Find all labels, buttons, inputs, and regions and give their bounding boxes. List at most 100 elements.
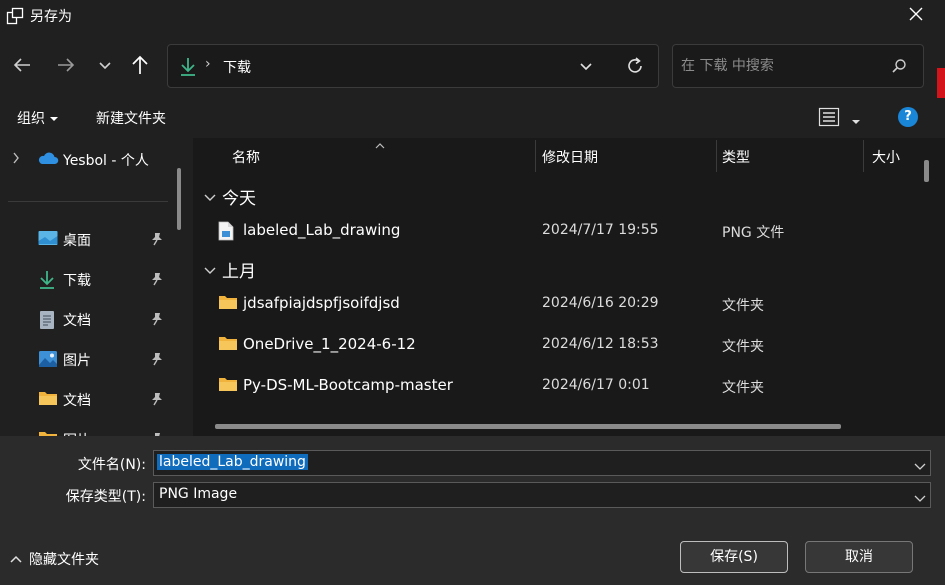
command-bar: 组织 新建文件夹 ? [0, 98, 945, 138]
save-form: 文件名(N): labeled_Lab_drawing 保存类型(T): PNG… [0, 436, 945, 585]
file-row[interactable]: labeled_Lab_drawing 2024/7/17 19:55 PNG … [193, 212, 933, 250]
cancel-button[interactable]: 取消 [805, 541, 913, 573]
chevron-down-icon [204, 263, 216, 279]
forward-button[interactable] [53, 54, 79, 80]
save-as-window-icon [6, 7, 24, 25]
filetype-select[interactable]: PNG Image [153, 482, 931, 508]
organize-menu[interactable]: 组织 [17, 108, 59, 128]
close-icon [909, 7, 923, 25]
arrow-left-icon [12, 57, 32, 77]
column-header-label: 类型 [722, 150, 750, 166]
file-row[interactable]: jdsafpiajdspfjsoifdjsd 2024/6/16 20:29 文… [193, 285, 933, 323]
sidebar-divider [8, 201, 168, 202]
title-bar: 另存为 [0, 0, 945, 32]
file-row[interactable]: OneDrive_1_2024-6-12 2024/6/12 18:53 文件夹 [193, 326, 933, 364]
group-header-today[interactable]: 今天 [193, 180, 493, 210]
file-row[interactable]: Py-DS-ML-Bootcamp-master 2024/6/17 0:01 … [193, 367, 933, 405]
chevron-down-icon[interactable] [914, 491, 926, 507]
up-button[interactable] [127, 54, 153, 80]
search-box[interactable] [672, 44, 924, 88]
file-name: jdsafpiajdspfjsoifdjsd [243, 294, 400, 312]
pin-icon [151, 392, 163, 410]
view-options-button[interactable] [818, 107, 840, 131]
folder-icon [38, 390, 58, 408]
file-name: Py-DS-ML-Bootcamp-master [243, 376, 453, 394]
back-button[interactable] [9, 54, 35, 80]
sidebar-item-label: Yesbol - 个人 [63, 153, 149, 169]
sidebar-item-onedrive[interactable]: Yesbol - 个人 [0, 142, 172, 176]
caret-down-icon [49, 111, 59, 127]
pin-icon [151, 232, 163, 250]
address-dropdown-icon[interactable] [579, 60, 593, 76]
sidebar-item-label: 桌面 [63, 233, 91, 249]
close-button[interactable] [896, 2, 936, 30]
document-icon [38, 310, 58, 329]
folder-icon [218, 335, 238, 355]
sidebar-item-label: 文档 [63, 393, 91, 409]
group-header-last-month[interactable]: 上月 [193, 253, 493, 283]
sidebar-item-label: 文档 [63, 313, 91, 329]
file-name: OneDrive_1_2024-6-12 [243, 335, 416, 353]
filetype-label: 保存类型(T): [65, 489, 146, 505]
png-file-icon [218, 221, 234, 245]
help-button[interactable]: ? [898, 107, 918, 127]
hide-folders-toggle[interactable]: 隐藏文件夹 [10, 551, 99, 568]
column-header-label: 修改日期 [542, 150, 598, 166]
navigation-pane: Yesbol - 个人 桌面 下载 文档 图片 文档 图片 [0, 138, 190, 436]
breadcrumb[interactable]: 下载 [223, 57, 251, 77]
column-header-size[interactable]: 大小 [864, 138, 924, 174]
vertical-scrollbar[interactable] [924, 160, 929, 182]
column-header-label: 名称 [232, 150, 260, 166]
column-header-name[interactable]: 名称 [193, 138, 535, 174]
column-header-modified[interactable]: 修改日期 [536, 138, 716, 174]
save-button[interactable]: 保存(S) [680, 541, 788, 573]
organize-label: 组织 [17, 111, 45, 127]
chevron-right-icon[interactable] [12, 152, 20, 168]
sidebar-item-downloads[interactable]: 下载 [0, 262, 172, 296]
file-type: 文件夹 [722, 298, 764, 314]
pin-icon [151, 352, 163, 370]
address-bar[interactable]: › 下载 [167, 44, 659, 88]
sidebar-item-desktop[interactable]: 桌面 [0, 222, 172, 256]
file-date: 2024/6/12 18:53 [542, 336, 659, 352]
group-label: 今天 [222, 189, 256, 209]
horizontal-scrollbar[interactable] [215, 424, 841, 429]
sidebar-item-pictures-folder[interactable]: 图片 [0, 422, 172, 436]
folder-icon [218, 294, 238, 314]
file-date: 2024/7/17 19:55 [542, 222, 659, 238]
file-date: 2024/6/16 20:29 [542, 295, 659, 311]
filename-input[interactable]: labeled_Lab_drawing [157, 454, 308, 470]
sidebar-scrollbar[interactable] [177, 168, 181, 230]
arrow-right-icon [56, 57, 76, 77]
chevron-down-icon [98, 59, 112, 75]
file-date: 2024/6/17 0:01 [542, 377, 650, 393]
onedrive-cloud-icon [37, 150, 59, 168]
file-type: PNG 文件 [722, 225, 785, 241]
search-icon [891, 58, 907, 78]
chevron-down-icon [204, 190, 216, 206]
sidebar-item-pictures[interactable]: 图片 [0, 342, 172, 376]
folder-icon [218, 376, 238, 396]
chevron-up-icon [10, 551, 22, 567]
recent-locations-button[interactable] [92, 54, 118, 80]
arrow-up-icon [131, 55, 149, 79]
download-icon [179, 57, 197, 81]
new-folder-button[interactable]: 新建文件夹 [96, 108, 166, 128]
filetype-value: PNG Image [159, 486, 238, 502]
sidebar-item-documents-folder[interactable]: 文档 [0, 382, 172, 416]
chevron-down-icon[interactable] [914, 459, 926, 475]
filename-field[interactable]: labeled_Lab_drawing [153, 450, 931, 476]
file-list: 名称 修改日期 类型 大小 今天 labeled_Lab_drawing 202… [193, 138, 945, 436]
sidebar-item-documents[interactable]: 文档 [0, 302, 172, 336]
refresh-icon[interactable] [625, 56, 645, 80]
list-view-icon [818, 107, 840, 131]
view-dropdown-icon[interactable] [851, 114, 861, 130]
picture-icon [38, 350, 58, 368]
window-title: 另存为 [30, 9, 72, 25]
pin-icon [151, 312, 163, 330]
download-icon [38, 270, 58, 289]
navigation-bar: › 下载 [0, 34, 945, 96]
hide-folders-label: 隐藏文件夹 [29, 552, 99, 568]
search-input[interactable] [681, 55, 881, 77]
column-header-type[interactable]: 类型 [717, 138, 863, 174]
